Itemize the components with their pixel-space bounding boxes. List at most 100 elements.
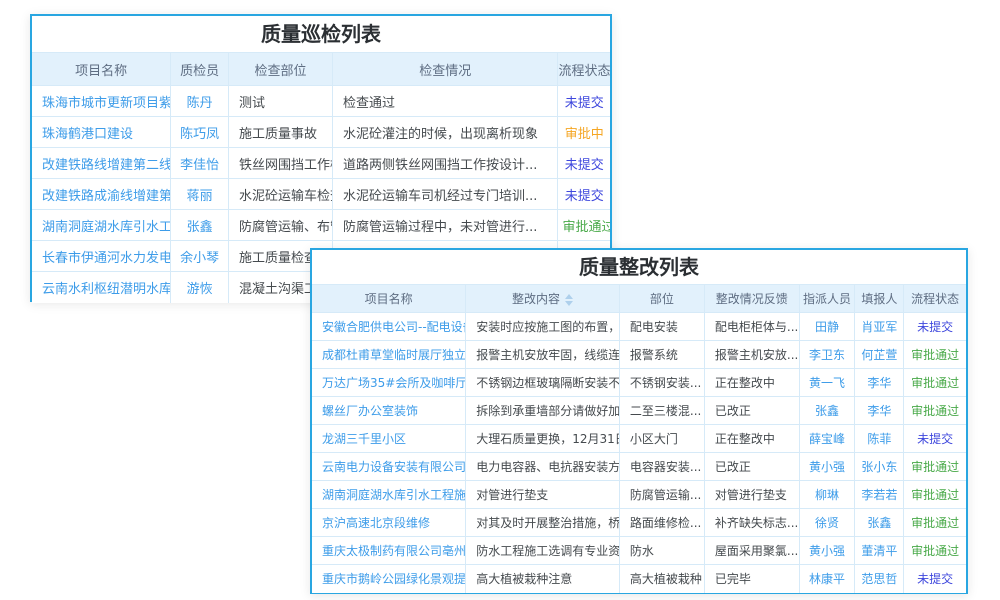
- column-header-label: 检查部位: [255, 64, 307, 79]
- table-cell: 已改正: [704, 453, 799, 481]
- cell-link[interactable]: 湖南洞庭湖水库引水工程施工标: [312, 481, 466, 509]
- table-cell: 报警主机安放...: [704, 341, 799, 369]
- cell-link[interactable]: 范思哲: [855, 565, 904, 593]
- sort-asc-icon[interactable]: [565, 294, 573, 299]
- table-cell: 测试: [229, 86, 333, 117]
- cell-link[interactable]: 张鑫: [799, 397, 855, 425]
- status-badge: 审批通过: [904, 453, 966, 481]
- column-header-label: 整改内容: [512, 292, 560, 306]
- table-row: 成都杜甫草堂临时展厅独立展...报警主机安放牢固，线缆连接...报警系统报警主机…: [312, 341, 966, 369]
- cell-link[interactable]: 黄小强: [799, 537, 855, 565]
- table-row: 改建铁路成渝线增建第...蒋丽水泥砼运输车检查水泥砼运输车司机经过专门培训...…: [32, 179, 610, 210]
- column-header: 检查部位: [229, 53, 333, 86]
- cell-link[interactable]: 薛宝峰: [799, 425, 855, 453]
- cell-link[interactable]: 李华: [855, 369, 904, 397]
- cell-link[interactable]: 重庆太极制药有限公司亳州中...: [312, 537, 466, 565]
- table-row: 重庆市鹅岭公园绿化景观提升...高大植被栽种注意高大植被栽种已完毕林康平范思哲未…: [312, 565, 966, 593]
- cell-link[interactable]: 李华: [855, 397, 904, 425]
- table-cell: 二至三楼混...: [619, 397, 704, 425]
- sort-desc-icon[interactable]: [565, 301, 573, 306]
- table-cell: 水泥砼运输车检查: [229, 179, 333, 210]
- rectification-table-panel: 质量整改列表 项目名称整改内容部位整改情况反馈指派人员填报人流程状态 安徽合肥供…: [310, 248, 968, 594]
- cell-link[interactable]: 螺丝厂办公室装饰: [312, 397, 466, 425]
- status-badge: 未提交: [904, 313, 966, 341]
- table-cell: 对其及时开展整治措施，桥头...: [466, 509, 620, 537]
- table-cell: 配电安装: [619, 313, 704, 341]
- column-header: 填报人: [855, 285, 904, 313]
- cell-link[interactable]: 陈菲: [855, 425, 904, 453]
- column-header-label: 填报人: [861, 292, 897, 306]
- column-header[interactable]: 整改内容: [466, 285, 620, 313]
- table-cell: 不锈钢边框玻璃隔断安装不牢...: [466, 369, 620, 397]
- column-header: 质检员: [171, 53, 229, 86]
- cell-link[interactable]: 张小东: [855, 453, 904, 481]
- table-row: 改建铁路线增建第二线...李佳怡铁丝网围挡工作检查道路两侧铁丝网围挡工作按设计.…: [32, 148, 610, 179]
- cell-link[interactable]: 李佳怡: [171, 148, 229, 179]
- cell-link[interactable]: 龙湖三千里小区: [312, 425, 466, 453]
- cell-link[interactable]: 京沪高速北京段维修: [312, 509, 466, 537]
- rectification-table-title: 质量整改列表: [312, 250, 966, 284]
- table-cell: 防腐管运输、布管: [229, 210, 333, 241]
- cell-link[interactable]: 云南电力设备安装有限公司20...: [312, 453, 466, 481]
- cell-link[interactable]: 何芷萱: [855, 341, 904, 369]
- table-cell: 防腐管运输过程中，未对管进行...: [333, 210, 558, 241]
- cell-link[interactable]: 蒋丽: [171, 179, 229, 210]
- table-row: 珠海鹤港口建设陈巧凤施工质量事故水泥砼灌注的时候，出现离析现象审批中: [32, 117, 610, 148]
- table-cell: 水泥砼灌注的时候，出现离析现象: [333, 117, 558, 148]
- cell-link[interactable]: 游恢: [171, 272, 229, 303]
- cell-link[interactable]: 云南水利枢纽潜明水库...: [32, 272, 171, 303]
- cell-link[interactable]: 陈丹: [171, 86, 229, 117]
- cell-link[interactable]: 张鑫: [855, 509, 904, 537]
- status-badge: 未提交: [904, 425, 966, 453]
- table-row: 京沪高速北京段维修对其及时开展整治措施，桥头...路面维修检...补齐缺失标志.…: [312, 509, 966, 537]
- cell-link[interactable]: 陈巧凤: [171, 117, 229, 148]
- cell-link[interactable]: 董清平: [855, 537, 904, 565]
- cell-link[interactable]: 长春市伊通河水力发电...: [32, 241, 171, 272]
- cell-link[interactable]: 林康平: [799, 565, 855, 593]
- column-header-label: 项目名称: [365, 292, 413, 306]
- table-row: 安徽合肥供电公司--配电设备...安装时应按施工图的布置，将...配电安装配电柜…: [312, 313, 966, 341]
- rectification-table: 项目名称整改内容部位整改情况反馈指派人员填报人流程状态 安徽合肥供电公司--配电…: [312, 284, 966, 593]
- cell-link[interactable]: 李若若: [855, 481, 904, 509]
- column-header-label: 流程状态: [911, 292, 959, 306]
- cell-link[interactable]: 肖亚军: [855, 313, 904, 341]
- table-row: 云南电力设备安装有限公司20...电力电容器、电抗器安装方案,...电容器安装.…: [312, 453, 966, 481]
- table-cell: 补齐缺失标志...: [704, 509, 799, 537]
- column-header: 流程状态: [558, 53, 610, 86]
- column-header-label: 流程状态: [558, 64, 610, 79]
- cell-link[interactable]: 改建铁路成渝线增建第...: [32, 179, 171, 210]
- cell-link[interactable]: 改建铁路线增建第二线...: [32, 148, 171, 179]
- column-header: 项目名称: [32, 53, 171, 86]
- table-row: 湖南洞庭湖水库引水工程施工标对管进行垫支防腐管运输...对管进行垫支柳琳李若若审…: [312, 481, 966, 509]
- table-row: 重庆太极制药有限公司亳州中...防水工程施工选调有专业资质...防水屋面采用聚氯…: [312, 537, 966, 565]
- cell-link[interactable]: 成都杜甫草堂临时展厅独立展...: [312, 341, 466, 369]
- cell-link[interactable]: 徐贤: [799, 509, 855, 537]
- table-row: 珠海市城市更新项目紫...陈丹测试检查通过未提交: [32, 86, 610, 117]
- table-cell: 检查通过: [333, 86, 558, 117]
- status-badge: 审批通过: [558, 210, 610, 241]
- cell-link[interactable]: 田静: [799, 313, 855, 341]
- column-header-label: 整改情况反馈: [716, 292, 788, 306]
- cell-link[interactable]: 珠海鹤港口建设: [32, 117, 171, 148]
- cell-link[interactable]: 湖南洞庭湖水库引水工...: [32, 210, 171, 241]
- table-row: 万达广场35#会所及咖啡厅空...不锈钢边框玻璃隔断安装不牢...不锈钢安装..…: [312, 369, 966, 397]
- cell-link[interactable]: 重庆市鹅岭公园绿化景观提升...: [312, 565, 466, 593]
- cell-link[interactable]: 余小琴: [171, 241, 229, 272]
- table-cell: 防腐管运输...: [619, 481, 704, 509]
- cell-link[interactable]: 李卫东: [799, 341, 855, 369]
- table-cell: 防水工程施工选调有专业资质...: [466, 537, 620, 565]
- cell-link[interactable]: 万达广场35#会所及咖啡厅空...: [312, 369, 466, 397]
- sort-icon[interactable]: [565, 294, 573, 306]
- cell-link[interactable]: 张鑫: [171, 210, 229, 241]
- table-cell: 已改正: [704, 397, 799, 425]
- cell-link[interactable]: 珠海市城市更新项目紫...: [32, 86, 171, 117]
- table-cell: 安装时应按施工图的布置，将...: [466, 313, 620, 341]
- table-cell: 屋面采用聚氯...: [704, 537, 799, 565]
- cell-link[interactable]: 柳琳: [799, 481, 855, 509]
- column-header-label: 项目名称: [75, 64, 127, 79]
- cell-link[interactable]: 黄小强: [799, 453, 855, 481]
- column-header: 项目名称: [312, 285, 466, 313]
- cell-link[interactable]: 安徽合肥供电公司--配电设备...: [312, 313, 466, 341]
- cell-link[interactable]: 黄一飞: [799, 369, 855, 397]
- table-cell: 报警主机安放牢固，线缆连接...: [466, 341, 620, 369]
